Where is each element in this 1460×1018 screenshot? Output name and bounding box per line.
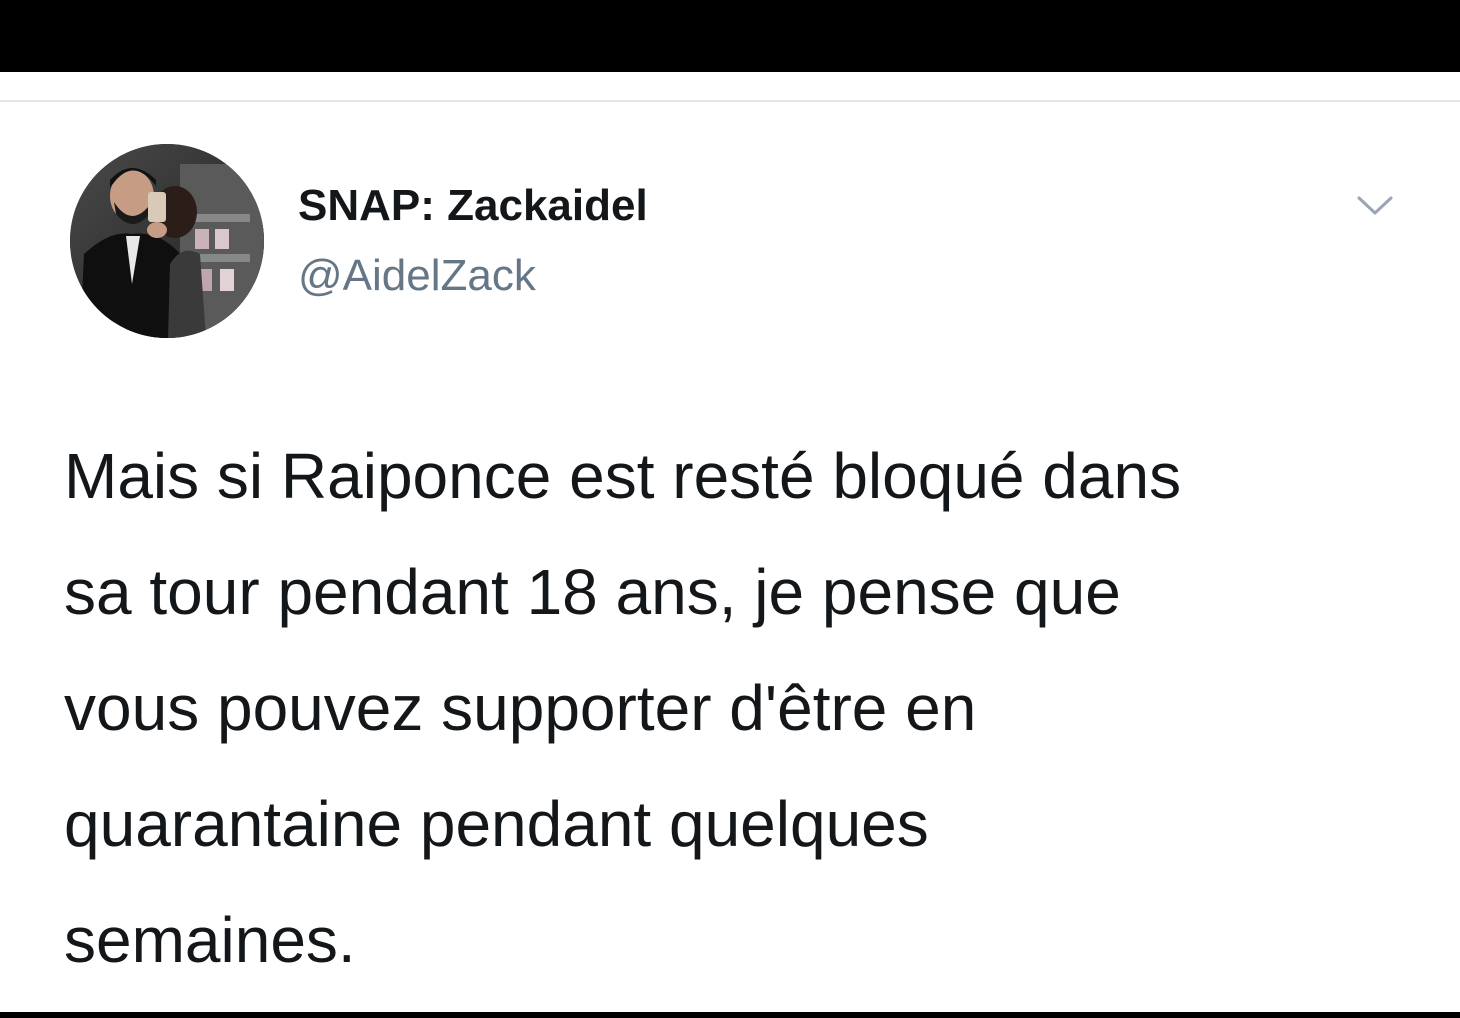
tweet-text: Mais si Raiponce est resté bloqué dans s… (64, 418, 1404, 998)
tweet-menu-button[interactable] (1350, 186, 1400, 226)
avatar[interactable] (70, 144, 264, 338)
profile-photo-icon (70, 144, 264, 338)
author-display-name[interactable]: SNAP: Zackaidel (298, 180, 648, 232)
tweet-text-line: vous pouvez supporter d'être en (64, 672, 977, 744)
tweet-text-line: sa tour pendant 18 ans, je pense que (64, 556, 1121, 628)
divider (0, 100, 1460, 102)
bottom-black-bar (0, 1012, 1460, 1018)
tweet-text-line: quarantaine pendant quelques (64, 788, 929, 860)
tweet-text-line: semaines. (64, 904, 356, 976)
top-black-bar (0, 0, 1460, 72)
tweet-card: SNAP: Zackaidel @AidelZack Mais si Raipo… (0, 72, 1460, 1012)
tweet-text-line: Mais si Raiponce est resté bloqué dans (64, 440, 1182, 512)
author-handle[interactable]: @AidelZack (298, 250, 536, 302)
screenshot-frame: SNAP: Zackaidel @AidelZack Mais si Raipo… (0, 0, 1460, 1018)
chevron-down-icon (1357, 196, 1393, 215)
